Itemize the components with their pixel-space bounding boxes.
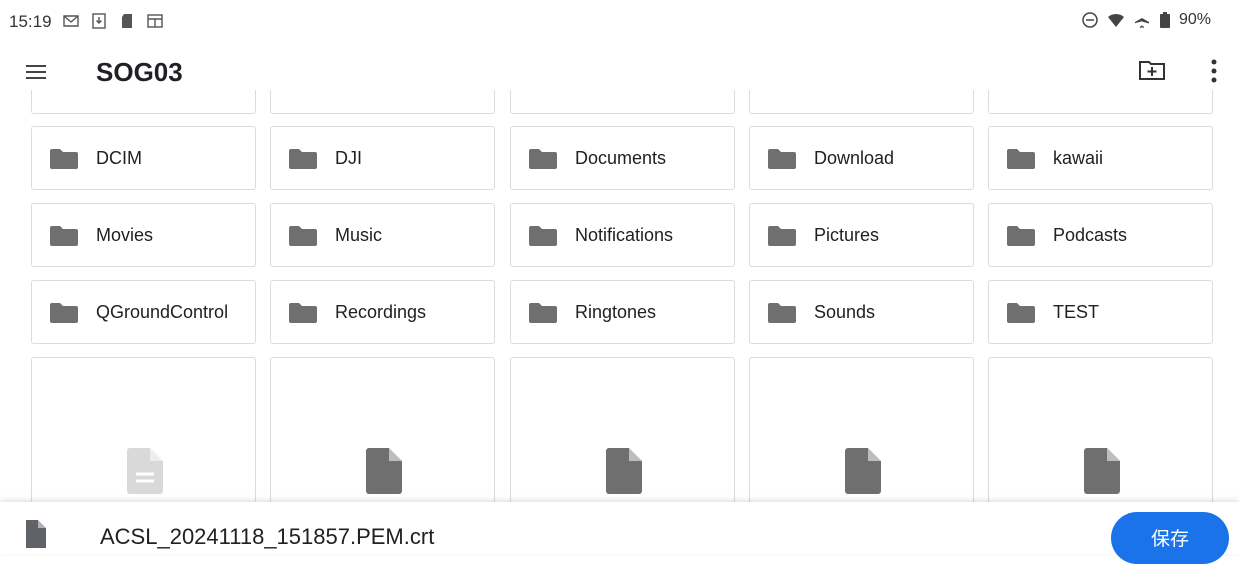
folder-tile[interactable]: Podcasts [988,203,1213,267]
menu-icon[interactable] [24,60,48,84]
folder-tile-partial[interactable] [510,90,735,114]
file-tile[interactable] [749,357,974,502]
folder-tile[interactable]: QGroundControl [31,280,256,344]
folder-icon [1007,149,1035,169]
folder-tile[interactable]: DCIM [31,126,256,190]
folder-tile-partial[interactable] [31,90,256,114]
save-bar: ACSL_20241118_151857.PEM.crt 保存 [0,502,1239,564]
folder-label: TEST [1053,302,1100,322]
folder-label: Recordings [335,302,427,322]
folder-tile[interactable]: kawaii [988,126,1213,190]
status-time: 15:19 [9,12,52,31]
document-icon [1084,448,1120,494]
folder-label: DJI [335,148,362,168]
folder-icon [1007,226,1035,246]
folder-label: Documents [575,148,667,168]
folder-tile-partial[interactable] [749,90,974,114]
airplane-icon [1134,12,1149,28]
folder-tile[interactable]: Recordings [270,280,495,344]
folder-label: DCIM [96,148,142,168]
download-icon [92,13,106,29]
folder-tile[interactable]: Sounds [749,280,974,344]
file-row [31,357,1216,502]
folder-icon [50,303,78,323]
document-icon [845,448,881,494]
file-tile[interactable] [270,357,495,502]
battery-icon [1159,12,1170,28]
page-title: SOG03 [96,57,183,87]
folder-row: QGroundControl Recordings Ringtones Sounds T… [31,280,1216,344]
folder-label: Music [335,225,383,245]
file-tile[interactable] [31,357,256,502]
file-grid: DCIM DJI Documents Download kawaii Movies Musi… [31,90,1216,502]
partial-row [31,90,1216,115]
folder-tile[interactable]: Pictures [749,203,974,267]
file-tile[interactable] [988,357,1213,502]
battery-level: 90% [1178,11,1211,28]
folder-tile[interactable]: DJI [270,126,495,190]
folder-icon [529,303,557,323]
folder-tile-partial[interactable] [988,90,1213,114]
folder-label: Download [814,148,895,168]
folder-tile[interactable]: Download [749,126,974,190]
folder-row: Movies Music Notifications Pictures Podcasts [31,203,1216,267]
folder-icon [50,149,78,169]
status-bar: 15:19 90% [0,0,1239,44]
document-icon [366,448,402,494]
file-tile[interactable] [510,357,735,502]
wifi-icon [1107,13,1124,27]
folder-icon [289,303,317,323]
folder-label: QGroundControl [96,302,229,322]
gmail-icon [63,15,79,27]
sd-card-icon [122,14,132,28]
folder-icon [289,226,317,246]
folder-icon [768,226,796,246]
system-icons: 90% [1081,11,1211,29]
folder-label: Sounds [814,302,876,322]
save-button[interactable]: 保存 [1111,512,1229,564]
folder-icon [768,149,796,169]
more-vert-icon[interactable] [1202,58,1226,84]
folder-icon [529,226,557,246]
window-icon [147,14,163,28]
folder-label: kawaii [1053,148,1104,168]
folder-tile[interactable]: Music [270,203,495,267]
folder-tile[interactable]: Notifications [510,203,735,267]
folder-icon [289,149,317,169]
document-icon [26,520,46,548]
folder-label: Pictures [814,225,880,245]
dnd-icon [1082,12,1098,28]
folder-tile-partial[interactable] [270,90,495,114]
folder-label: Movies [96,225,154,245]
folder-label: Ringtones [575,302,657,322]
folder-tile[interactable]: Ringtones [510,280,735,344]
filename-input[interactable]: ACSL_20241118_151857.PEM.crt [100,524,434,550]
folder-icon [529,149,557,169]
folder-label: Notifications [575,225,674,245]
folder-icon [50,226,78,246]
folder-tile[interactable]: Documents [510,126,735,190]
folder-icon [768,303,796,323]
new-folder-icon[interactable] [1138,58,1166,82]
folder-icon [1007,303,1035,323]
document-icon [606,448,642,494]
folder-row: DCIM DJI Documents Download kawaii [31,126,1216,190]
text-document-icon [127,448,163,494]
notification-icons [62,12,164,30]
folder-label: Podcasts [1053,225,1128,245]
folder-tile[interactable]: TEST [988,280,1213,344]
folder-tile[interactable]: Movies [31,203,256,267]
